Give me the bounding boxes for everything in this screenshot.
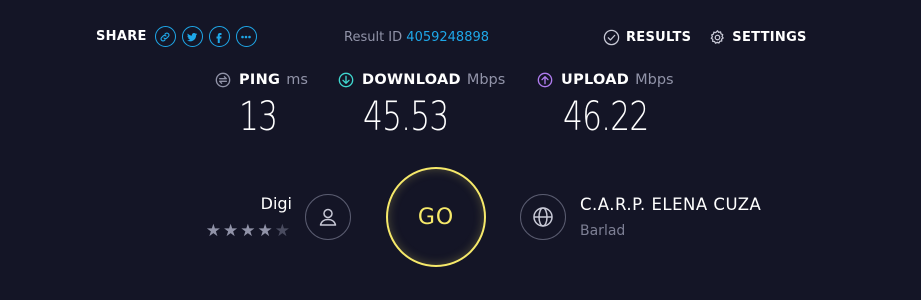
ping-value: 13 [239, 94, 278, 140]
star-icon: ★ [223, 221, 241, 241]
star-icon: ★ [240, 221, 258, 241]
ping-unit: ms [286, 72, 308, 88]
result-id-link[interactable]: 4059248898 [406, 30, 489, 45]
facebook-icon [216, 32, 222, 43]
go-label: GO [417, 204, 455, 230]
upload-value: 46.22 [563, 94, 649, 140]
star-icon: ★ [205, 221, 223, 241]
ping-label: PING [239, 72, 281, 88]
share-label: SHARE [96, 29, 147, 44]
gear-icon [710, 30, 725, 44]
result-id-label: Result ID [344, 30, 403, 45]
more-icon [241, 35, 252, 38]
server-info: C.A.R.P. ELENA CUZA Barlad [580, 195, 761, 239]
link-icon [160, 32, 170, 41]
upload-header: UPLOAD Mbps [537, 72, 674, 88]
isp-name: Digi [260, 194, 292, 213]
change-isp-button[interactable] [305, 194, 351, 240]
download-arrow-icon [338, 72, 354, 88]
isp-info: Digi ★★★★★ [206, 194, 292, 241]
more-share-button[interactable] [235, 26, 257, 47]
download-metric: DOWNLOAD Mbps 45.53 [338, 72, 505, 140]
download-unit: Mbps [466, 72, 506, 88]
upload-unit: Mbps [635, 72, 674, 88]
download-label: DOWNLOAD [362, 72, 461, 88]
ping-header: PING ms [215, 72, 308, 88]
globe-icon [533, 207, 553, 227]
go-button[interactable]: GO [386, 167, 486, 267]
check-circle-icon [603, 29, 620, 46]
twitter-share-button[interactable] [181, 26, 203, 47]
settings-button[interactable]: SETTINGS [709, 29, 806, 46]
results-label: RESULTS [626, 30, 692, 45]
results-button[interactable]: RESULTS [603, 29, 691, 46]
upload-metric: UPLOAD Mbps 46.22 [537, 72, 674, 140]
link-share-button[interactable] [154, 26, 176, 47]
download-header: DOWNLOAD Mbps [338, 72, 505, 88]
ping-icon [215, 72, 231, 88]
isp-rating[interactable]: ★★★★★ [206, 221, 292, 241]
star-empty-icon: ★ [274, 221, 292, 241]
server-location: Barlad [580, 223, 626, 239]
settings-label: SETTINGS [732, 30, 807, 45]
change-server-button[interactable] [520, 194, 566, 240]
user-icon [319, 208, 337, 226]
upload-arrow-icon [537, 72, 553, 88]
twitter-icon [187, 32, 198, 41]
share-bar: SHARE [96, 26, 263, 47]
ping-metric: PING ms 13 [215, 72, 308, 140]
facebook-share-button[interactable] [208, 26, 230, 47]
server-name[interactable]: C.A.R.P. ELENA CUZA [580, 195, 761, 214]
download-value: 45.53 [363, 94, 449, 140]
top-nav: RESULTS SETTINGS [603, 29, 825, 46]
star-icon: ★ [257, 221, 275, 241]
upload-label: UPLOAD [561, 72, 630, 88]
result-id: Result ID 4059248898 [344, 30, 489, 45]
